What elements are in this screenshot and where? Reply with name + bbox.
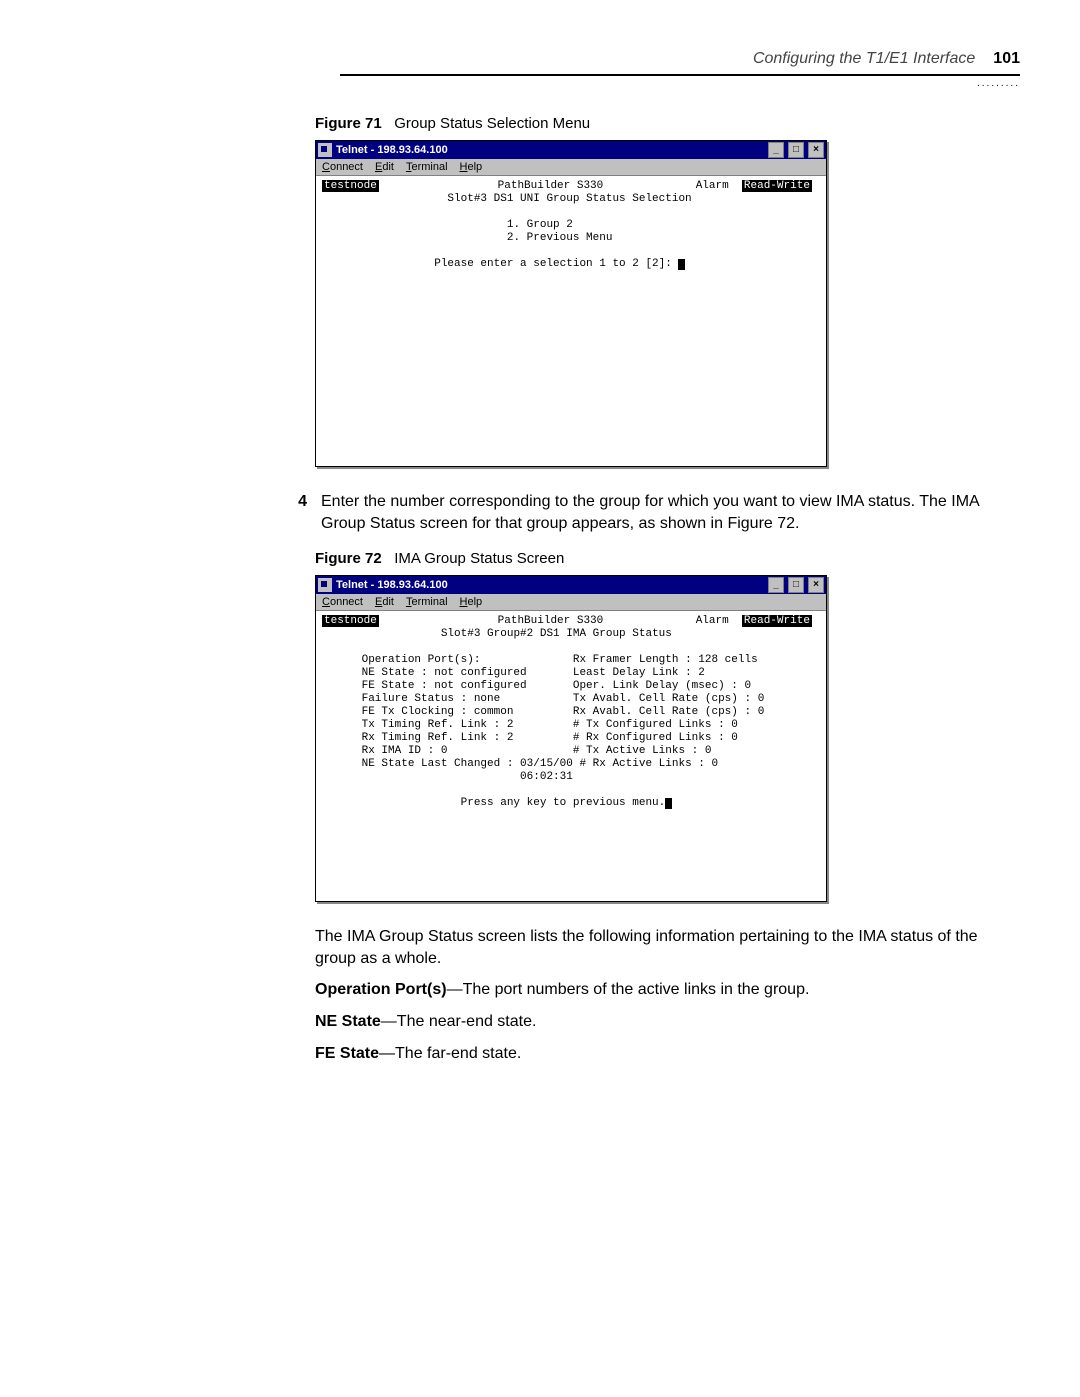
menu-terminal[interactable]: Terminal: [406, 161, 448, 173]
row: Rx Avabl. Cell Rate (cps) : 0: [573, 706, 764, 718]
app-icon: [318, 578, 332, 592]
row: FE Tx Clocking : common: [362, 706, 514, 718]
menu-option-1: 1. Group 2: [507, 219, 573, 231]
screen-subtitle: Slot#3 Group#2 DS1 IMA Group Status: [441, 628, 672, 640]
titlebar[interactable]: Telnet - 198.93.64.100 _ □ ×: [316, 576, 826, 594]
menu-option-2: 2. Previous Menu: [507, 232, 613, 244]
definition: —The port numbers of the active links in…: [447, 981, 810, 998]
running-header: Configuring the T1/E1 Interface 101: [60, 50, 1020, 68]
cursor-icon: [678, 259, 685, 270]
row: NE State Last Changed : 03/15/00: [362, 758, 573, 770]
window-title: Telnet - 198.93.64.100: [336, 579, 764, 591]
figure-72-text: IMA Group Status Screen: [394, 550, 564, 567]
row: Oper. Link Delay (msec) : 0: [573, 680, 751, 692]
row: Operation Port(s):: [362, 654, 481, 666]
alarm-label: Alarm: [696, 180, 729, 192]
row: Rx Framer Length : 128 cells: [573, 654, 758, 666]
footer-prompt: Press any key to previous menu.: [461, 797, 666, 809]
menu-help[interactable]: Help: [460, 596, 483, 608]
sys-title: PathBuilder S330: [498, 180, 604, 192]
row: # Tx Active Links : 0: [573, 745, 712, 757]
page-number: 101: [993, 50, 1020, 68]
row: Failure Status : none: [362, 693, 501, 705]
paragraph: The IMA Group Status screen lists the fo…: [315, 926, 980, 969]
def-ne-state: NE State—The near-end state.: [315, 1011, 980, 1033]
mode-label: Read-Write: [742, 615, 812, 627]
step-number: 4: [291, 491, 307, 534]
hostname: testnode: [322, 615, 379, 627]
term: NE State: [315, 1013, 381, 1030]
terminal-area-1[interactable]: testnode PathBuilder S330 Alarm Read-Wri…: [316, 176, 826, 466]
def-fe-state: FE State—The far-end state.: [315, 1043, 980, 1065]
minimize-button[interactable]: _: [768, 577, 784, 593]
step-4: 4 Enter the number corresponding to the …: [315, 491, 980, 534]
titlebar[interactable]: Telnet - 198.93.64.100 _ □ ×: [316, 141, 826, 159]
menu-connect[interactable]: Connect: [322, 596, 363, 608]
row: Rx Timing Ref. Link : 2: [362, 732, 514, 744]
close-button[interactable]: ×: [808, 577, 824, 593]
mode-label: Read-Write: [742, 180, 812, 192]
def-operation-ports: Operation Port(s)—The port numbers of th…: [315, 979, 980, 1001]
definition: —The far-end state.: [379, 1045, 521, 1062]
row: # Rx Active Links : 0: [579, 758, 718, 770]
page: Configuring the T1/E1 Interface 101 ....…: [0, 0, 1080, 1397]
header-dots: .........: [60, 78, 1020, 89]
figure-71-text: Group Status Selection Menu: [394, 115, 590, 132]
row: 06:02:31: [520, 771, 573, 783]
term: FE State: [315, 1045, 379, 1062]
section-title: Configuring the T1/E1 Interface: [753, 50, 975, 68]
menu-help[interactable]: Help: [460, 161, 483, 173]
figure-71-caption: Figure 71 Group Status Selection Menu: [315, 115, 980, 132]
menu-edit[interactable]: Edit: [375, 161, 394, 173]
step-text: Enter the number corresponding to the gr…: [321, 491, 980, 534]
row: Tx Avabl. Cell Rate (cps) : 0: [573, 693, 764, 705]
cursor-icon: [665, 798, 672, 809]
screen-subtitle: Slot#3 DS1 UNI Group Status Selection: [447, 193, 691, 205]
app-icon: [318, 143, 332, 157]
hostname: testnode: [322, 180, 379, 192]
telnet-window-2: Telnet - 198.93.64.100 _ □ × Connect Edi…: [315, 575, 827, 902]
row: Tx Timing Ref. Link : 2: [362, 719, 514, 731]
header-rule: [340, 74, 1020, 76]
row: # Rx Configured Links : 0: [573, 732, 738, 744]
figure-72-caption: Figure 72 IMA Group Status Screen: [315, 550, 980, 567]
menubar: Connect Edit Terminal Help: [316, 594, 826, 611]
figure-71-label: Figure 71: [315, 115, 382, 132]
minimize-button[interactable]: _: [768, 142, 784, 158]
prompt-text: Please enter a selection 1 to 2 [2]:: [434, 258, 678, 270]
row: NE State : not configured: [362, 667, 527, 679]
row: # Tx Configured Links : 0: [573, 719, 738, 731]
row: FE State : not configured: [362, 680, 527, 692]
term: Operation Port(s): [315, 981, 447, 998]
menu-edit[interactable]: Edit: [375, 596, 394, 608]
maximize-button[interactable]: □: [788, 577, 804, 593]
figure-72-label: Figure 72: [315, 550, 382, 567]
content-column: Figure 71 Group Status Selection Menu Te…: [315, 115, 980, 1064]
alarm-label: Alarm: [696, 615, 729, 627]
menu-connect[interactable]: Connect: [322, 161, 363, 173]
terminal-area-2[interactable]: testnode PathBuilder S330 Alarm Read-Wri…: [316, 611, 826, 901]
definition: —The near-end state.: [381, 1013, 537, 1030]
maximize-button[interactable]: □: [788, 142, 804, 158]
menu-terminal[interactable]: Terminal: [406, 596, 448, 608]
row: Rx IMA ID : 0: [362, 745, 448, 757]
window-title: Telnet - 198.93.64.100: [336, 144, 764, 156]
row: Least Delay Link : 2: [573, 667, 705, 679]
sys-title: PathBuilder S330: [498, 615, 604, 627]
close-button[interactable]: ×: [808, 142, 824, 158]
menubar: Connect Edit Terminal Help: [316, 159, 826, 176]
telnet-window-1: Telnet - 198.93.64.100 _ □ × Connect Edi…: [315, 140, 827, 467]
